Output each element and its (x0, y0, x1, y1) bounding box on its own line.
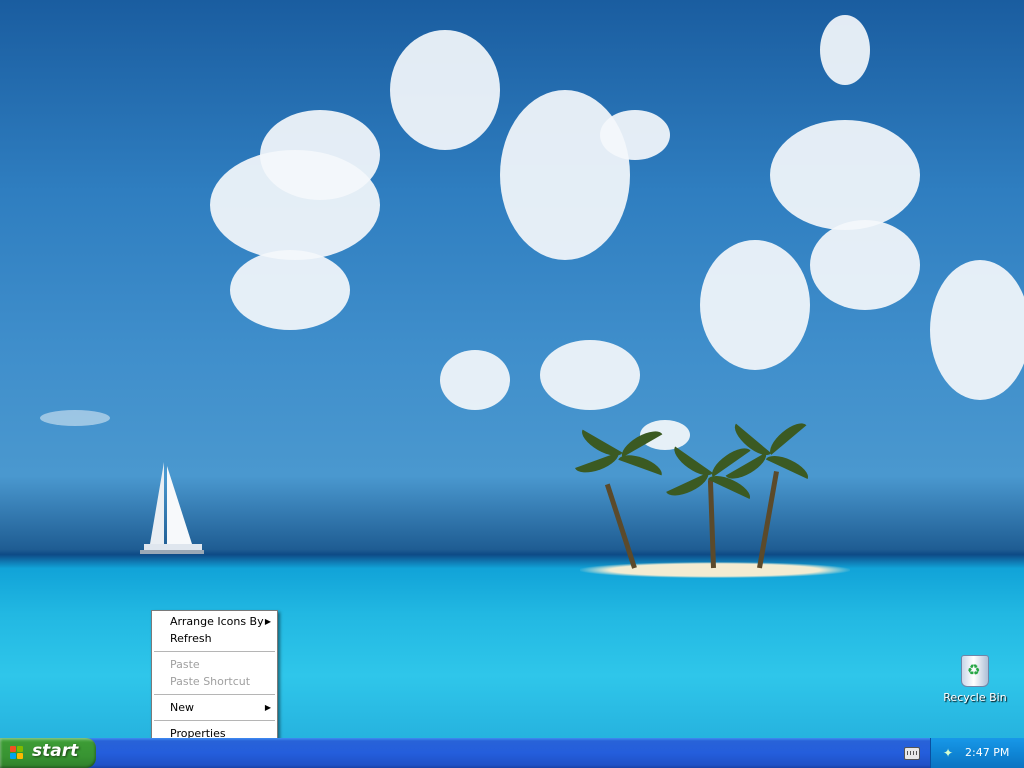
menu-separator (154, 720, 275, 721)
menu-item-paste[interactable]: Paste (152, 656, 277, 673)
windows-logo-icon (10, 746, 24, 760)
menu-separator (154, 694, 275, 695)
menu-item-paste-shortcut[interactable]: Paste Shortcut (152, 673, 277, 690)
submenu-arrow-icon: ▶ (264, 703, 271, 712)
keyboard-icon[interactable] (904, 747, 920, 760)
recycle-bin-icon (961, 655, 989, 687)
start-label: start (32, 741, 79, 761)
desktop-context-menu: Arrange Icons By ▶ Refresh Paste Paste S… (151, 610, 278, 745)
recycle-bin-label: Recycle Bin (943, 691, 1007, 704)
menu-separator (154, 651, 275, 652)
recycle-bin-shortcut[interactable]: Recycle Bin (940, 655, 1010, 704)
network-icon[interactable]: ✦ (943, 746, 953, 760)
taskbar[interactable]: start ✦ 2:47 PM (0, 738, 1024, 768)
menu-item-new[interactable]: New ▶ (152, 699, 277, 716)
start-button[interactable]: start (0, 738, 96, 768)
clock[interactable]: 2:47 PM (965, 746, 1009, 759)
menu-item-arrange-icons-by[interactable]: Arrange Icons By ▶ (152, 613, 277, 630)
system-tray: ✦ 2:47 PM (930, 738, 1024, 768)
desktop[interactable]: Recycle Bin Arrange Icons By ▶ Refresh P… (0, 0, 1024, 768)
submenu-arrow-icon: ▶ (264, 617, 271, 626)
menu-item-refresh[interactable]: Refresh (152, 630, 277, 647)
